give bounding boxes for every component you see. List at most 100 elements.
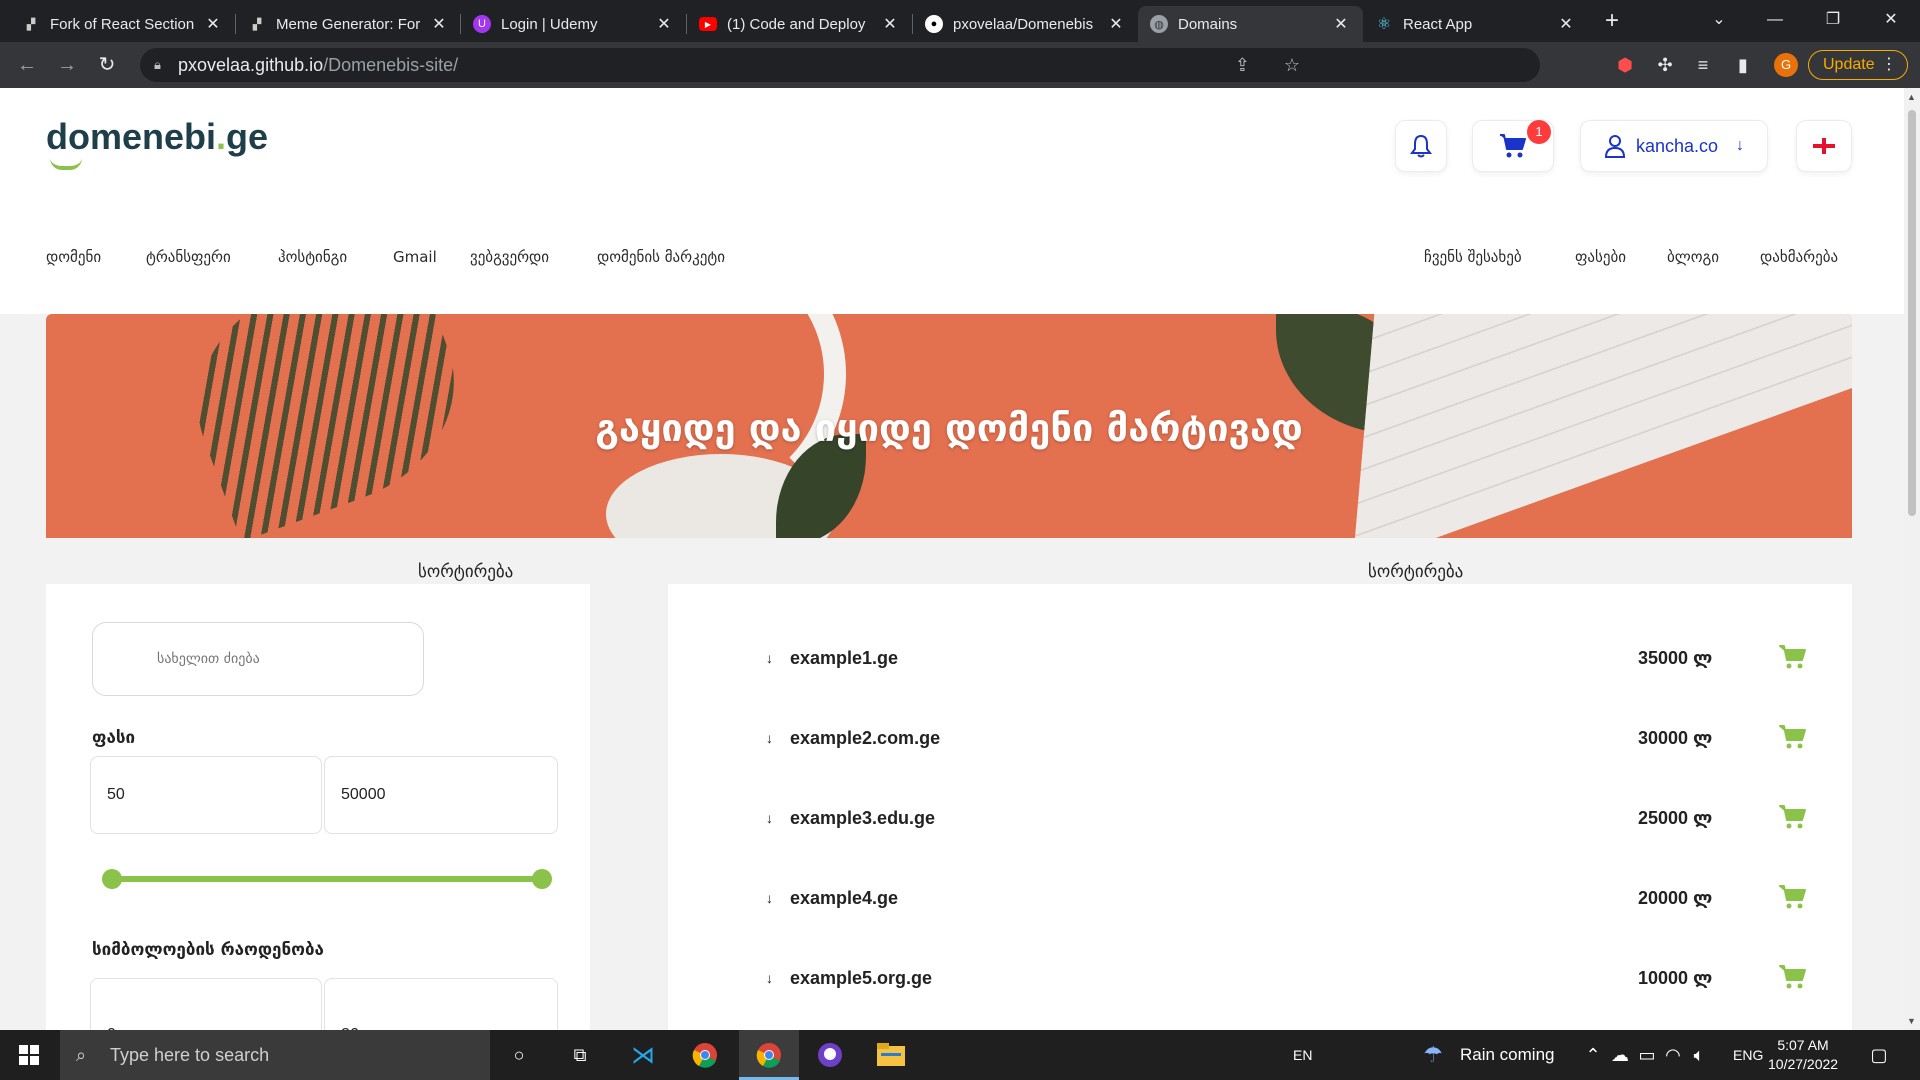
close-icon[interactable]: ✕	[1331, 14, 1351, 34]
bookmark-star-icon[interactable]: ☆	[1284, 48, 1300, 82]
close-icon[interactable]: ✕	[880, 14, 900, 34]
minimize-button[interactable]: —	[1752, 0, 1798, 42]
slider-max-handle[interactable]	[532, 869, 552, 889]
nav-item[interactable]: დახმარება	[1760, 248, 1838, 266]
domain-name[interactable]: example5.org.ge	[790, 968, 932, 989]
new-tab-button[interactable]: +	[1598, 8, 1626, 36]
tab-search-icon[interactable]: ⌄	[1696, 0, 1742, 42]
site-logo[interactable]: domenebi.ge	[46, 116, 268, 170]
nav-item[interactable]: დომენი	[46, 248, 101, 266]
url-path: /Domenebis-site/	[323, 55, 459, 75]
nav-item[interactable]: ჩვენს შესახებ	[1424, 248, 1522, 266]
domain-name[interactable]: example4.ge	[790, 888, 898, 909]
length-min-input[interactable]	[90, 978, 322, 1030]
taskbar-search-box[interactable]: ⌕ Type here to search	[60, 1030, 490, 1080]
extensions-puzzle-icon[interactable]: ✣	[1654, 54, 1676, 76]
globe-icon: ◍	[1150, 15, 1168, 33]
close-icon[interactable]: ✕	[654, 14, 674, 34]
browser-tab[interactable]: ▞ Fork of React Section ✕	[10, 6, 235, 42]
tab-title: Meme Generator: For	[276, 15, 421, 33]
windows-taskbar: ⌕ Type here to search ○ ⧉ ⋊ EN ☂ Rain co…	[0, 1030, 1920, 1080]
reload-button[interactable]: ↻	[92, 50, 122, 80]
domain-name[interactable]: example2.com.ge	[790, 728, 940, 749]
onedrive-cloud-icon[interactable]: ☁	[1605, 1040, 1635, 1070]
restore-button[interactable]: ❐	[1810, 0, 1856, 42]
user-menu-button[interactable]: kancha.co ↓	[1580, 120, 1768, 172]
add-to-cart-icon[interactable]	[1778, 964, 1808, 995]
github-desktop-icon[interactable]	[815, 1040, 845, 1070]
add-to-cart-icon[interactable]	[1778, 644, 1808, 675]
nav-item[interactable]: ფასები	[1575, 248, 1626, 266]
domain-name[interactable]: example1.ge	[790, 648, 898, 669]
sort-label[interactable]: სორტირება	[1368, 562, 1463, 582]
close-icon[interactable]: ✕	[1106, 14, 1126, 34]
nav-item[interactable]: ბლოგი	[1667, 248, 1719, 266]
name-search-input[interactable]	[92, 622, 424, 696]
domain-name[interactable]: example3.edu.ge	[790, 808, 935, 829]
share-icon[interactable]: ⇪	[1235, 48, 1250, 82]
forward-button[interactable]: →	[52, 50, 82, 80]
chevron-up-icon[interactable]: ⌃	[1578, 1040, 1608, 1070]
add-to-cart-icon[interactable]	[1778, 724, 1808, 755]
volume-icon[interactable]: 🔈︎	[1684, 1040, 1714, 1070]
add-to-cart-icon[interactable]	[1778, 884, 1808, 915]
domain-row[interactable]: ↓ example3.edu.ge 25000 ლ	[668, 798, 1852, 838]
browser-tab[interactable]: ⚛ React App ✕	[1363, 6, 1588, 42]
scroll-down-icon[interactable]: ▼	[1907, 1016, 1916, 1026]
browser-tab[interactable]: ▞ Meme Generator: For ✕	[236, 6, 461, 42]
notifications-button[interactable]	[1395, 120, 1447, 172]
price-min-input[interactable]	[90, 756, 322, 834]
weather-text[interactable]: Rain coming	[1460, 1030, 1555, 1080]
chrome-icon[interactable]	[690, 1040, 720, 1070]
task-view-icon[interactable]: ⧉	[565, 1040, 595, 1070]
domain-row[interactable]: ↓ example4.ge 20000 ლ	[668, 878, 1852, 918]
page-scrollbar[interactable]: ▲ ▼	[1904, 88, 1920, 1030]
price-range-slider[interactable]	[102, 876, 552, 882]
vscode-icon[interactable]: ⋊	[628, 1040, 658, 1070]
length-max-input[interactable]	[324, 978, 558, 1030]
price-max-input[interactable]	[324, 756, 558, 834]
close-window-button[interactable]: ✕	[1868, 0, 1914, 42]
close-icon[interactable]: ✕	[1556, 14, 1576, 34]
nav-item[interactable]: ტრანსფერი	[146, 248, 231, 266]
browser-tab[interactable]: ▶ (1) Code and Deploy ✕	[687, 6, 912, 42]
weather-rain-icon[interactable]: ☂	[1418, 1040, 1448, 1070]
input-language[interactable]: ENG	[1733, 1030, 1763, 1080]
extension-icon[interactable]: ⬢	[1614, 54, 1636, 76]
taskbar-clock[interactable]: 5:07 AM 10/27/2022	[1768, 1036, 1838, 1074]
chrome-profile-icon[interactable]	[754, 1040, 784, 1070]
browser-tab-strip: ▞ Fork of React Section ✕ ▞ Meme Generat…	[0, 0, 1920, 42]
nav-item[interactable]: ვებგვერდი	[470, 248, 549, 266]
user-icon	[1604, 135, 1625, 158]
slider-min-handle[interactable]	[102, 869, 122, 889]
profile-avatar[interactable]: G	[1774, 53, 1798, 77]
browser-tab[interactable]: ● pxovelaa/Domenebis ✕	[913, 6, 1138, 42]
media-queue-icon[interactable]: ≡	[1692, 54, 1714, 76]
scrollbar-thumb[interactable]	[1908, 110, 1916, 516]
close-icon[interactable]: ✕	[203, 14, 223, 34]
add-to-cart-icon[interactable]	[1778, 804, 1808, 835]
domain-row[interactable]: ↓ example1.ge 35000 ლ	[668, 638, 1852, 678]
logo-dot: .	[216, 116, 227, 157]
browser-tab-active[interactable]: ◍ Domains ✕	[1138, 6, 1363, 42]
nav-item[interactable]: Gmail	[393, 248, 437, 266]
close-icon[interactable]: ✕	[429, 14, 449, 34]
windows-start-icon[interactable]	[14, 1040, 44, 1070]
nav-item[interactable]: ჰოსტინგი	[278, 248, 347, 266]
cortana-icon[interactable]: ○	[504, 1040, 534, 1070]
nav-item[interactable]: დომენის მარკეტი	[597, 248, 725, 266]
file-explorer-icon[interactable]	[876, 1040, 906, 1070]
domain-row[interactable]: ↓ example5.org.ge 10000 ლ	[668, 958, 1852, 998]
update-button[interactable]: Update ⋮	[1808, 50, 1908, 80]
domain-row[interactable]: ↓ example2.com.ge 30000 ლ	[668, 718, 1852, 758]
language-switch-button[interactable]	[1796, 120, 1852, 172]
address-bar[interactable]: 🔒︎ pxovelaa.github.io/Domenebis-site/ ⇪ …	[140, 48, 1540, 82]
side-panel-icon[interactable]: ▮	[1732, 54, 1754, 76]
back-button[interactable]: ←	[12, 50, 42, 80]
scroll-up-icon[interactable]: ▲	[1907, 92, 1916, 102]
menu-kebab-icon[interactable]: ⋮	[1881, 51, 1897, 79]
price-heading: ფასი	[92, 728, 136, 748]
notifications-center-icon[interactable]: ▢	[1864, 1040, 1894, 1070]
language-indicator[interactable]: EN	[1293, 1030, 1312, 1080]
browser-tab[interactable]: U Login | Udemy ✕	[461, 6, 686, 42]
